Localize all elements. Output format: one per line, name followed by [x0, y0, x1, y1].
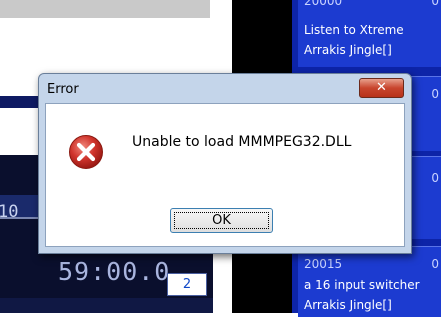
- counter-label: 10: [0, 202, 19, 222]
- playlist-item-digit: 0: [431, 87, 439, 101]
- playlist-item-digit: 0: [431, 257, 439, 271]
- dialog-body: Unable to load MMMPEG32.DLL OK: [45, 103, 405, 247]
- playlist-item[interactable]: 20000 0 Listen to Xtreme Arrakis Jingle[…: [298, 0, 441, 67]
- playlist-item[interactable]: 20015 0 a 16 input switcher Arrakis Jing…: [298, 246, 441, 317]
- playlist-item-title: a 16 input switcher: [304, 278, 420, 292]
- playlist-item-subtitle: Arrakis Jingle[]: [304, 298, 392, 312]
- playlist-item-digit: 0: [431, 0, 439, 8]
- top-gray-strip: [0, 0, 219, 18]
- player-bottom-bar: [0, 298, 213, 313]
- playlist-item-number: 20015: [304, 257, 343, 271]
- playlist-item-title: Listen to Xtreme: [304, 23, 404, 37]
- focus-outline: [174, 212, 269, 229]
- ok-button[interactable]: OK: [170, 208, 273, 233]
- playlist-item-subtitle: Arrakis Jingle[]: [304, 43, 392, 57]
- time-display: 59:00.0: [58, 257, 171, 286]
- playlist-item-number: 20000: [304, 0, 343, 8]
- close-button[interactable]: ✕: [359, 78, 404, 98]
- left-blue-bar: [0, 96, 40, 108]
- error-icon: [69, 135, 103, 169]
- playlist-item-digit: 0: [431, 171, 439, 185]
- error-dialog: Error ✕ Unable to load MMMPEG32.DLL OK: [38, 73, 412, 254]
- dialog-title: Error: [47, 82, 79, 97]
- mini-value-box[interactable]: 2: [167, 273, 207, 296]
- error-message: Unable to load MMMPEG32.DLL: [132, 134, 352, 150]
